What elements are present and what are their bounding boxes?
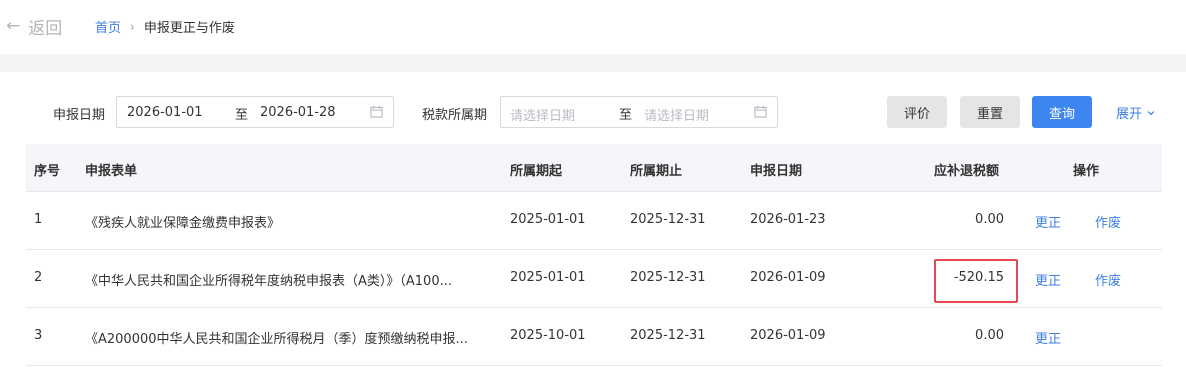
breadcrumb-separator-icon: › (130, 19, 135, 34)
evaluate-button[interactable]: 评价 (887, 96, 947, 128)
row-form-name: 《残疾人就业保障金缴费申报表》 (85, 216, 281, 231)
declare-date-end-input[interactable]: 2026-01-28 (260, 105, 336, 120)
breadcrumb-home-link[interactable]: 首页 (95, 17, 121, 36)
row-period-end: 2025-12-31 (630, 328, 706, 343)
declaration-table: 序号 申报表单 所属期起 所属期止 申报日期 应补退税额 操作 1 《残疾人就业… (26, 144, 1162, 366)
row-index: 3 (34, 328, 43, 343)
row-period-start: 2025-01-01 (510, 270, 586, 285)
table-row: 2 《中华人民共和国企业所得税年度纳税申报表（A类）》（A100... 2025… (26, 250, 1162, 308)
column-header-form: 申报表单 (85, 164, 138, 179)
table-row: 3 《A200000中华人民共和国企业所得税月（季）度预缴纳税申报... 202… (26, 308, 1162, 366)
declare-date-range-picker[interactable]: 2026-01-01 至 2026-01-28 (116, 96, 394, 128)
row-index: 1 (34, 212, 43, 227)
back-label: 返回 (28, 19, 63, 39)
row-amount: -520.15 (953, 270, 1004, 285)
reset-button[interactable]: 重置 (960, 96, 1020, 128)
column-header-actions: 操作 (1073, 164, 1100, 179)
declare-date-start-input[interactable]: 2026-01-01 (127, 105, 203, 120)
row-amount: 0.00 (975, 212, 1004, 227)
declare-date-label: 申报日期 (53, 108, 106, 123)
row-period-start: 2025-01-01 (510, 212, 586, 227)
column-header-period-start: 所属期起 (510, 164, 563, 179)
row-declare-date: 2026-01-09 (750, 328, 826, 343)
row-form-name: 《A200000中华人民共和国企业所得税月（季）度预缴纳税申报... (85, 332, 468, 347)
tax-period-range-picker[interactable]: 请选择日期 至 请选择日期 (500, 96, 778, 128)
void-link[interactable]: 作废 (1095, 212, 1121, 231)
section-divider (0, 54, 1186, 72)
void-link[interactable]: 作废 (1095, 270, 1121, 289)
table-header: 序号 申报表单 所属期起 所属期止 申报日期 应补退税额 操作 (26, 144, 1162, 192)
column-header-amount: 应补退税额 (934, 164, 1000, 179)
correct-link[interactable]: 更正 (1035, 270, 1061, 289)
declare-date-to-label: 至 (235, 108, 249, 123)
correct-link[interactable]: 更正 (1035, 212, 1061, 231)
row-period-end: 2025-12-31 (630, 270, 706, 285)
breadcrumb-current: 申报更正与作废 (143, 21, 235, 36)
tax-period-label: 税款所属期 (422, 108, 488, 123)
back-arrow-icon: ← (6, 16, 21, 36)
calendar-icon[interactable] (754, 105, 767, 118)
column-header-period-end: 所属期止 (630, 164, 683, 179)
tax-period-start-input[interactable]: 请选择日期 (510, 105, 575, 124)
expand-toggle[interactable]: 展开 (1116, 103, 1155, 122)
column-header-index: 序号 (34, 164, 61, 179)
back-button[interactable]: ← 返回 (6, 14, 63, 40)
chevron-down-icon (1147, 110, 1155, 115)
table-row: 1 《残疾人就业保障金缴费申报表》 2025-01-01 2025-12-31 … (26, 192, 1162, 250)
column-header-declare-date: 申报日期 (750, 164, 803, 179)
tax-period-to-label: 至 (619, 108, 633, 123)
row-index: 2 (34, 270, 43, 285)
expand-label: 展开 (1116, 107, 1143, 122)
tax-period-end-input[interactable]: 请选择日期 (644, 105, 709, 124)
query-button[interactable]: 查询 (1032, 96, 1092, 128)
calendar-icon[interactable] (370, 105, 383, 118)
row-period-start: 2025-10-01 (510, 328, 586, 343)
row-amount: 0.00 (975, 328, 1004, 343)
filter-panel: 申报日期 2026-01-01 至 2026-01-28 税款所属期 请选择日期… (0, 72, 1186, 150)
correct-link[interactable]: 更正 (1035, 328, 1061, 347)
top-bar: ← 返回 首页 › 申报更正与作废 (0, 0, 1186, 54)
breadcrumb: 首页 › 申报更正与作废 (95, 17, 235, 37)
row-period-end: 2025-12-31 (630, 212, 706, 227)
row-declare-date: 2026-01-23 (750, 212, 826, 227)
row-form-name: 《中华人民共和国企业所得税年度纳税申报表（A类）》（A100... (85, 274, 452, 289)
row-declare-date: 2026-01-09 (750, 270, 826, 285)
